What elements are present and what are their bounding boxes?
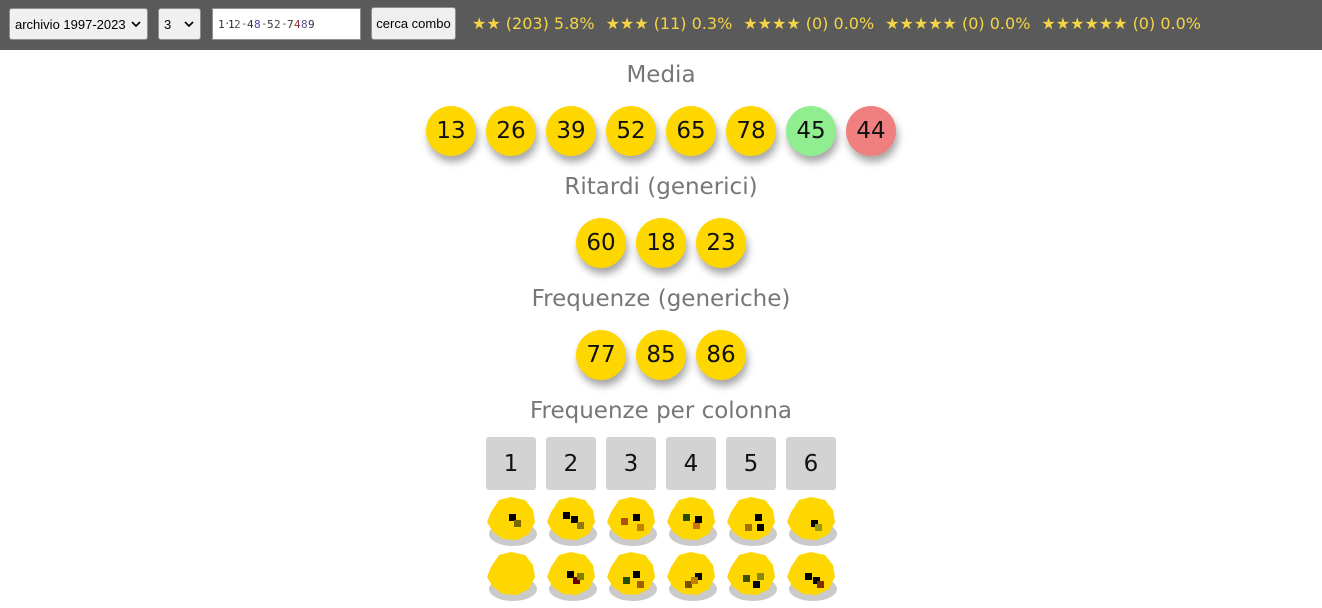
- svg-text:5: 5: [267, 18, 274, 31]
- obscured-ball: [666, 497, 717, 547]
- number-ball[interactable]: 85: [636, 330, 686, 380]
- svg-text:4: 4: [294, 18, 301, 31]
- column-tab-3[interactable]: 3: [606, 437, 656, 490]
- number-ball[interactable]: 18: [636, 218, 686, 268]
- stat-percent: 0.0%: [1160, 14, 1201, 33]
- column-tab-6[interactable]: 6: [786, 437, 836, 490]
- obscured-ball: [726, 552, 777, 602]
- pixelated-ball-icon: [787, 497, 837, 546]
- number-ball[interactable]: 39: [546, 106, 596, 156]
- obscured-ball: [486, 497, 537, 547]
- obscured-ball: [546, 552, 597, 602]
- chevron-down-icon: [184, 21, 194, 28]
- svg-text:2: 2: [274, 18, 281, 31]
- stars-icon: ★★★★★★: [1041, 14, 1128, 33]
- superstar-ball[interactable]: 44: [846, 106, 896, 156]
- number-ball[interactable]: 78: [726, 106, 776, 156]
- search-combo-button[interactable]: cerca combo: [371, 7, 456, 40]
- obscured-ball: [726, 497, 777, 547]
- stat-3-stars: ★★★ (11) 0.3%: [606, 14, 733, 36]
- stat-percent: 5.8%: [553, 14, 595, 33]
- number-ball[interactable]: 65: [666, 106, 716, 156]
- svg-text:4: 4: [247, 18, 254, 31]
- svg-text:8: 8: [301, 18, 308, 31]
- pixelated-ball-icon: [607, 552, 657, 601]
- stat-count: (11): [653, 14, 687, 33]
- jolly-ball[interactable]: 45: [786, 106, 836, 156]
- obscured-ball: [606, 552, 657, 602]
- stat-count: (0): [1132, 14, 1156, 33]
- frequenze-balls: 77 85 86: [0, 330, 1322, 380]
- frequenze-heading: Frequenze (generiche): [531, 286, 791, 312]
- stat-count: (203): [505, 14, 549, 33]
- obscured-text-icon: 1 · 1 2 - 4 8 - 5 2 - 7 4 8 9: [218, 17, 315, 31]
- stars-icon: ★★★★★: [885, 14, 957, 33]
- ritardi-heading: Ritardi (generici): [564, 174, 758, 200]
- number-ball[interactable]: 86: [696, 330, 746, 380]
- stars-icon: ★★: [472, 14, 501, 33]
- pixelated-ball-icon: [547, 497, 597, 546]
- pixelated-ball-icon: [727, 497, 777, 546]
- archive-select-value: archivio 1997-2023: [15, 16, 126, 32]
- stat-2-stars: ★★ (203) 5.8%: [472, 14, 595, 36]
- pixelated-ball-icon: [487, 497, 537, 546]
- count-select-value: 3: [164, 16, 172, 32]
- stars-icon: ★★★★: [743, 14, 801, 33]
- blurred-combo-value: 1 · 1 2 - 4 8 - 5 2 - 7 4 8 9: [217, 17, 327, 31]
- colonne-heading: Frequenze per colonna: [529, 398, 793, 424]
- pixelated-ball-icon: [727, 552, 777, 601]
- column-tab-4[interactable]: 4: [666, 437, 716, 490]
- column-tabs: 1 2 3 4 5 6: [0, 437, 1322, 490]
- number-ball[interactable]: 13: [426, 106, 476, 156]
- svg-text:8: 8: [254, 18, 261, 31]
- number-ball[interactable]: 23: [696, 218, 746, 268]
- media-balls: 13 26 39 52 65 78 45 44: [0, 106, 1322, 156]
- number-ball[interactable]: 77: [576, 330, 626, 380]
- column-tab-5[interactable]: 5: [726, 437, 776, 490]
- stat-percent: 0.0%: [833, 14, 875, 33]
- stars-icon: ★★★: [605, 14, 649, 33]
- pixelated-ball-icon: [667, 552, 717, 601]
- top-toolbar: archivio 1997-2023 3 1 · 1 2 - 4 8 - 5 2…: [0, 0, 1322, 50]
- stat-count: (0): [961, 14, 985, 33]
- count-select[interactable]: 3: [158, 8, 201, 40]
- pixelated-ball-icon: [607, 497, 657, 546]
- obscured-ball: [786, 497, 837, 547]
- stat-percent: 0.3%: [691, 14, 733, 33]
- number-ball[interactable]: 60: [576, 218, 626, 268]
- chevron-down-icon: [131, 21, 141, 28]
- stat-5-stars: ★★★★★ (0) 0.0%: [885, 14, 1030, 36]
- stat-percent: 0.0%: [989, 14, 1031, 33]
- obscured-ball: [666, 552, 717, 602]
- pixelated-ball-icon: [487, 552, 537, 601]
- obscured-ball: [546, 497, 597, 547]
- number-ball[interactable]: 26: [486, 106, 536, 156]
- ritardi-balls: 60 18 23: [0, 218, 1322, 268]
- stat-4-stars: ★★★★ (0) 0.0%: [743, 14, 874, 36]
- column-tab-1[interactable]: 1: [486, 437, 536, 490]
- pixelated-ball-icon: [547, 552, 597, 601]
- column-tab-2[interactable]: 2: [546, 437, 596, 490]
- media-heading: Media: [626, 62, 696, 88]
- combo-input[interactable]: 1 · 1 2 - 4 8 - 5 2 - 7 4 8 9: [212, 8, 361, 40]
- archive-select[interactable]: archivio 1997-2023: [9, 8, 148, 40]
- stat-count: (0): [805, 14, 829, 33]
- stat-6-stars: ★★★★★★ (0) 0.0%: [1041, 14, 1201, 36]
- stats-list: ★★ (203) 5.8% ★★★ (11) 0.3% ★★★★ (0) 0.0…: [472, 14, 1201, 36]
- pixelated-ball-icon: [787, 552, 837, 601]
- obscured-ball: [606, 497, 657, 547]
- obscured-ball-row-2: [0, 552, 1322, 602]
- svg-text:2: 2: [234, 18, 241, 31]
- pixelated-ball-icon: [667, 497, 717, 546]
- svg-text:7: 7: [287, 18, 294, 31]
- number-ball[interactable]: 52: [606, 106, 656, 156]
- obscured-ball-row-1: [0, 497, 1322, 547]
- obscured-ball: [486, 552, 537, 602]
- obscured-ball: [786, 552, 837, 602]
- svg-text:9: 9: [308, 18, 315, 31]
